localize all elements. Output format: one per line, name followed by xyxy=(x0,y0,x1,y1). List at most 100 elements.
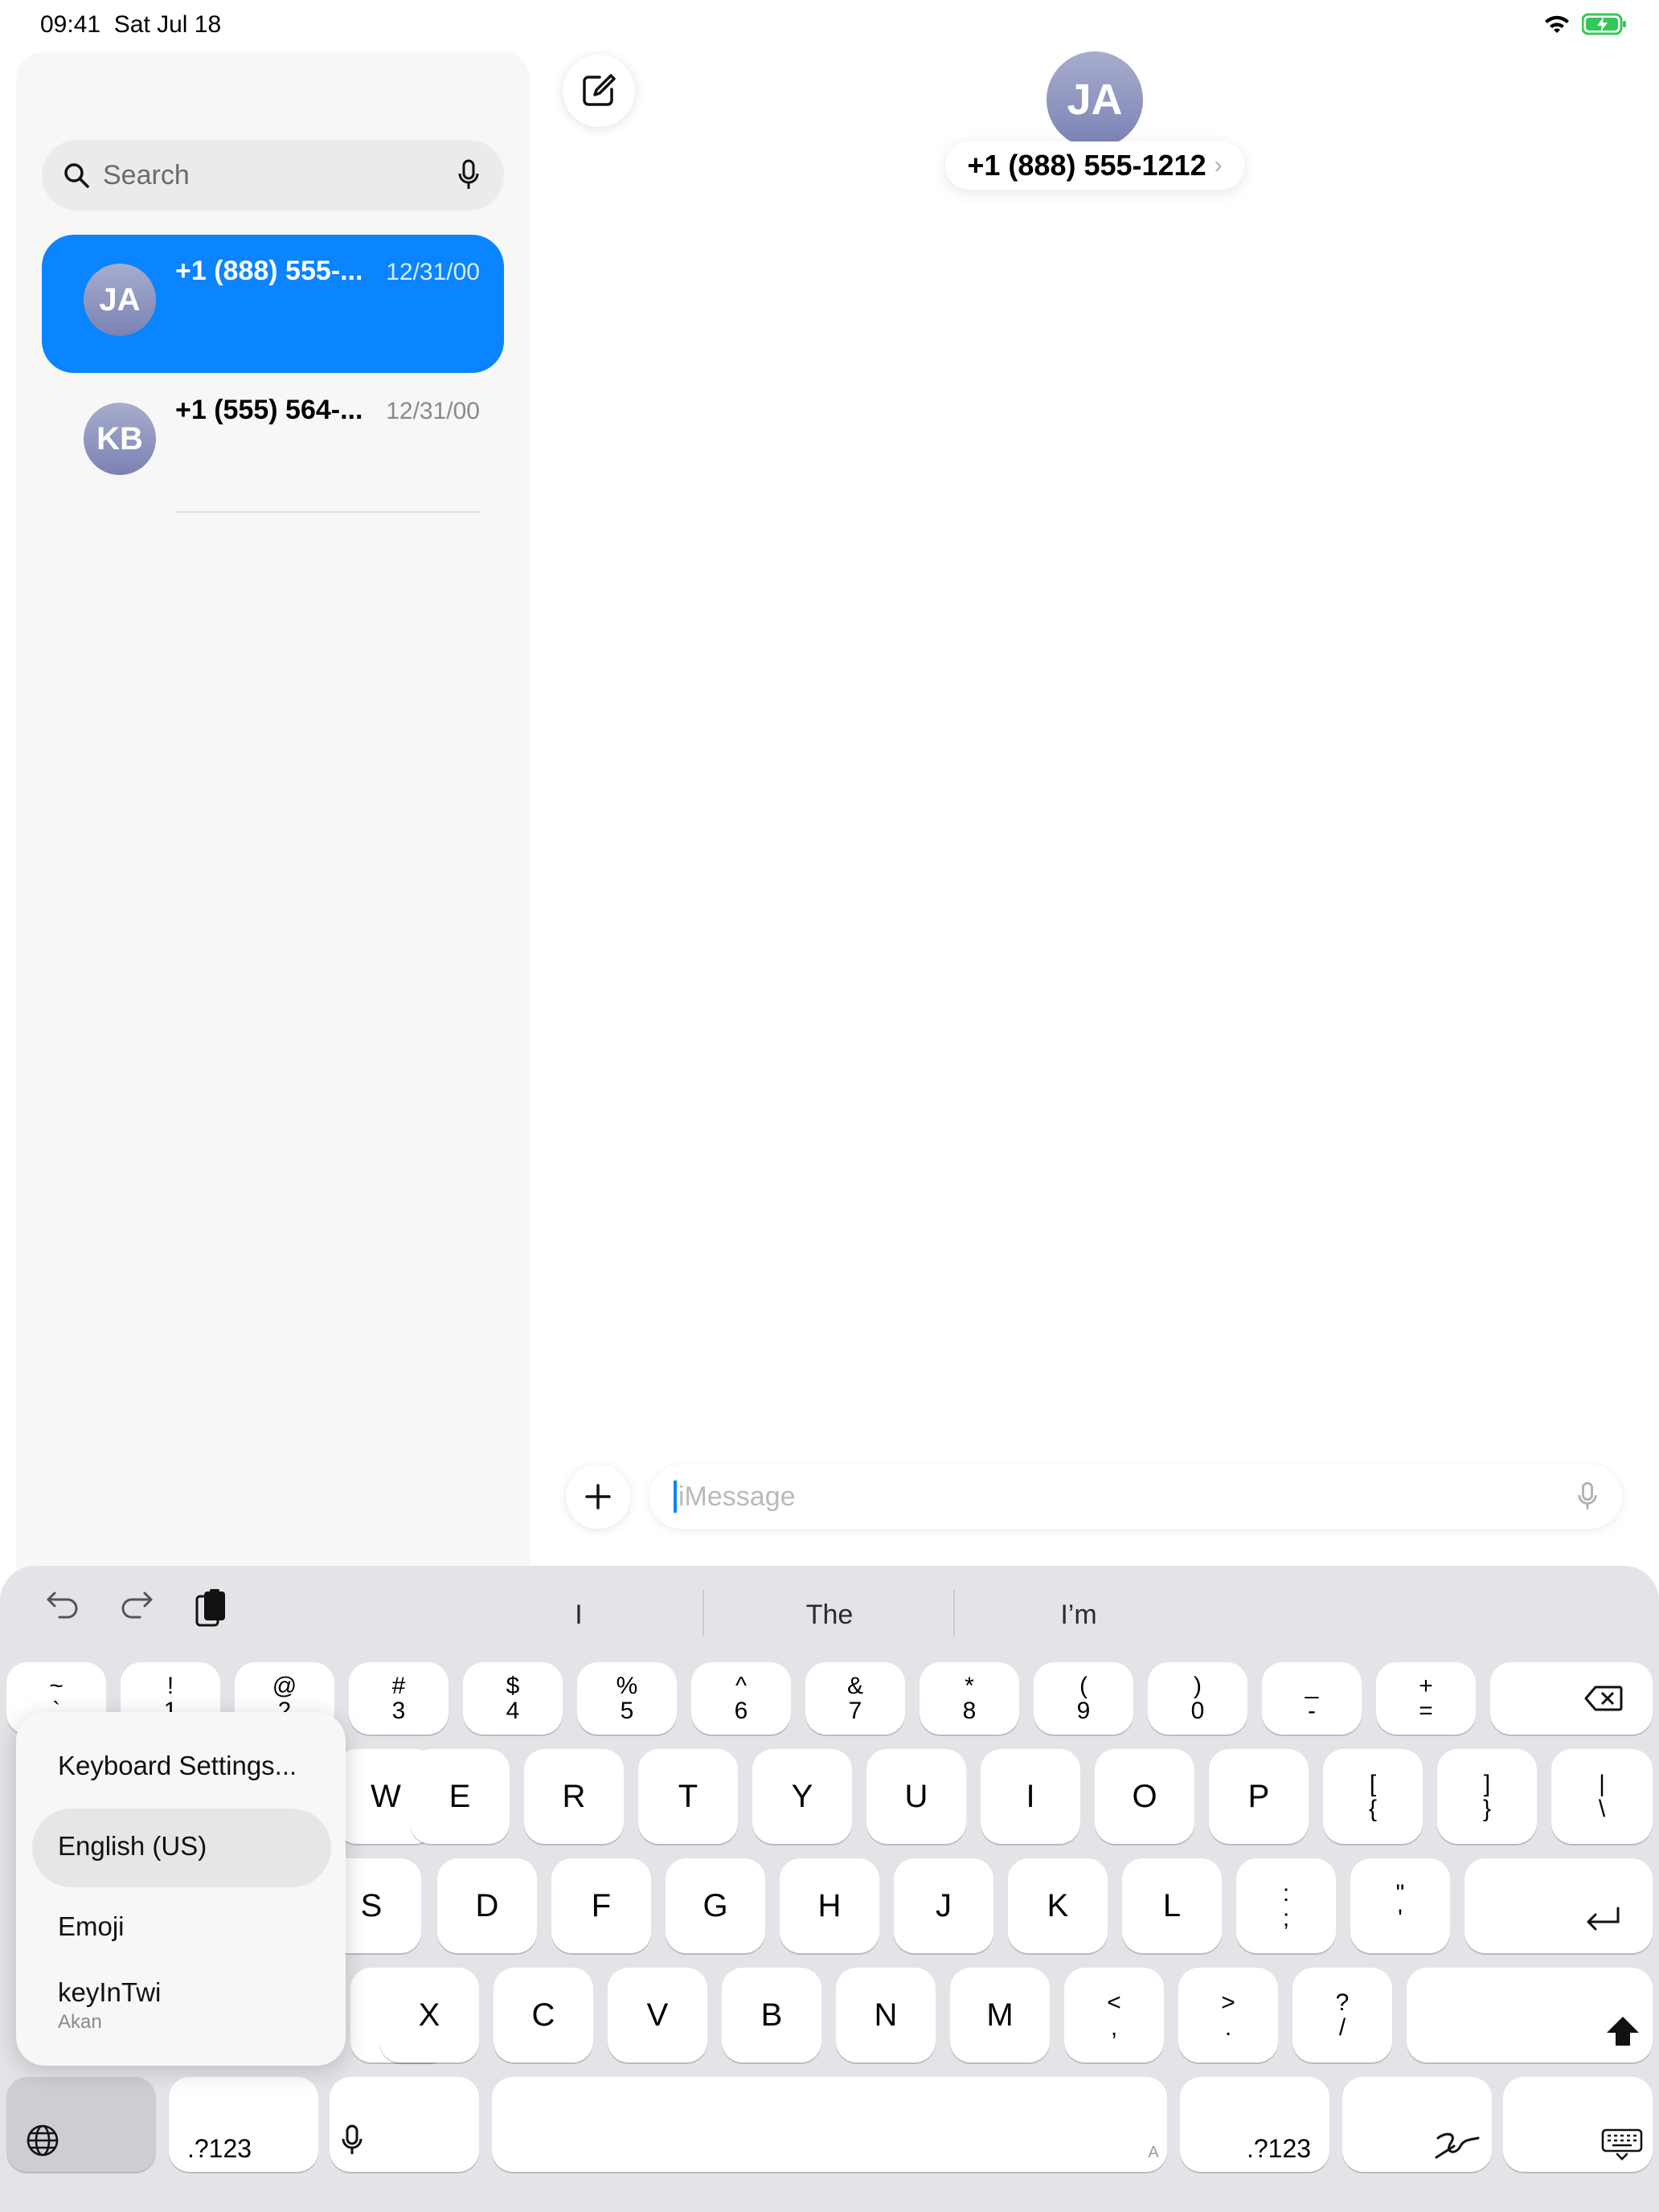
key-minus[interactable]: _ - xyxy=(1262,1662,1362,1735)
key-0[interactable]: ) 0 xyxy=(1148,1662,1247,1735)
key-u[interactable]: U xyxy=(866,1749,966,1844)
return-icon xyxy=(1584,1906,1621,1933)
key-period[interactable]: >. xyxy=(1178,1968,1278,2062)
key-label: / xyxy=(1338,2014,1346,2041)
key-label: | xyxy=(1599,1770,1605,1797)
key-i[interactable]: I xyxy=(981,1749,1080,1844)
add-attachment-button[interactable] xyxy=(566,1464,630,1529)
search-field[interactable]: Search xyxy=(42,140,504,211)
undo-button[interactable] xyxy=(45,1588,80,1620)
redo-icon xyxy=(119,1588,154,1620)
scribble-icon xyxy=(1433,2130,1481,2159)
key-m[interactable]: M xyxy=(950,1968,1050,2062)
conversation-item[interactable]: KB +1 (555) 564-... 12/31/00 xyxy=(42,374,504,512)
key-label: } xyxy=(1482,1796,1492,1822)
key-f[interactable]: F xyxy=(551,1858,651,1953)
key-c[interactable]: C xyxy=(494,1968,593,2062)
key-slash[interactable]: ? / xyxy=(1292,1968,1392,2062)
suggestion-2[interactable]: The xyxy=(709,1600,950,1631)
menu-item-keyboard-settings[interactable]: Keyboard Settings... xyxy=(58,1751,297,1781)
key-7[interactable]: & 7 xyxy=(805,1662,905,1735)
key-label: 5 xyxy=(620,1698,634,1724)
key-label: 4 xyxy=(506,1698,520,1724)
key-5[interactable]: % 5 xyxy=(577,1662,677,1735)
key-x[interactable]: X xyxy=(379,1968,479,2062)
key-label: R xyxy=(562,1778,586,1814)
avatar: KB xyxy=(84,403,156,475)
numbers-key-right[interactable]: .?123 xyxy=(1180,2077,1329,2172)
key-8[interactable]: * 8 xyxy=(920,1662,1019,1735)
hide-keyboard-key[interactable] xyxy=(1503,2077,1653,2172)
key-label: \ xyxy=(1598,1796,1606,1822)
key-label: # xyxy=(391,1672,406,1699)
dictation-key[interactable] xyxy=(330,2077,479,2172)
key-label: [ xyxy=(1369,1770,1377,1797)
key-p[interactable]: P xyxy=(1209,1749,1309,1844)
dictation-mic-icon[interactable] xyxy=(457,159,480,191)
handwriting-key[interactable] xyxy=(1342,2077,1492,2172)
numbers-key-left[interactable]: .?123 xyxy=(169,2077,318,2172)
suggestion-1[interactable]: I xyxy=(458,1600,699,1631)
contact-avatar[interactable]: JA xyxy=(1047,51,1143,148)
redo-button[interactable] xyxy=(119,1588,154,1620)
key-bracket-right[interactable]: ]} xyxy=(1437,1749,1537,1844)
compose-button[interactable] xyxy=(563,55,635,127)
key-label: J xyxy=(936,1887,952,1923)
key-n[interactable]: N xyxy=(836,1968,936,2062)
key-quote[interactable]: " ' xyxy=(1350,1858,1450,1953)
delete-key[interactable] xyxy=(1490,1662,1653,1735)
key-equals[interactable]: + = xyxy=(1376,1662,1476,1735)
menu-item-keyintwi[interactable]: keyInTwi xyxy=(58,1977,161,2008)
key-9[interactable]: (9 xyxy=(1034,1662,1133,1735)
return-key[interactable] xyxy=(1464,1858,1653,1953)
key-label: F xyxy=(591,1887,612,1923)
space-bar[interactable]: A xyxy=(492,2077,1167,2172)
key-label: & xyxy=(846,1672,863,1699)
dictation-mic-icon[interactable] xyxy=(1577,1481,1598,1512)
paste-button[interactable] xyxy=(195,1588,227,1628)
key-comma[interactable]: <, xyxy=(1064,1968,1164,2062)
key-h[interactable]: H xyxy=(780,1858,879,1953)
key-label: 8 xyxy=(962,1698,977,1724)
key-label: ! xyxy=(166,1672,174,1699)
key-r[interactable]: R xyxy=(524,1749,624,1844)
key-6[interactable]: ^ 6 xyxy=(691,1662,791,1735)
menu-item-emoji[interactable]: Emoji xyxy=(58,1911,125,1942)
contact-name: +1 (888) 555-1212 xyxy=(967,149,1206,182)
key-label: V xyxy=(646,1997,669,2033)
right-shift-key[interactable] xyxy=(1407,1968,1653,2062)
key-label: - xyxy=(1308,1698,1316,1724)
key-t[interactable]: T xyxy=(638,1749,738,1844)
key-4[interactable]: $4 xyxy=(463,1662,563,1735)
key-v[interactable]: V xyxy=(608,1968,707,2062)
key-k[interactable]: K xyxy=(1008,1858,1108,1953)
contact-name-button[interactable]: +1 (888) 555-1212 › xyxy=(945,141,1244,190)
key-l[interactable]: L xyxy=(1122,1858,1222,1953)
key-g[interactable]: G xyxy=(666,1858,765,1953)
key-y[interactable]: Y xyxy=(752,1749,852,1844)
key-label: S xyxy=(360,1887,383,1923)
suggestion-3[interactable]: I’m xyxy=(958,1600,1199,1631)
key-semicolon[interactable]: :; xyxy=(1236,1858,1336,1953)
plus-icon xyxy=(584,1483,612,1510)
key-label: ; xyxy=(1282,1905,1290,1931)
keyboard-language-menu: Keyboard Settings... English (US) Emoji … xyxy=(16,1712,346,2066)
key-3[interactable]: #3 xyxy=(349,1662,449,1735)
key-d[interactable]: D xyxy=(437,1858,537,1953)
key-label: Y xyxy=(791,1778,813,1814)
key-j[interactable]: J xyxy=(894,1858,993,1953)
key-bracket-left[interactable]: [{ xyxy=(1323,1749,1423,1844)
key-o[interactable]: O xyxy=(1095,1749,1194,1844)
key-label: ? xyxy=(1335,1989,1350,2016)
key-label: , xyxy=(1110,2014,1118,2041)
key-b[interactable]: B xyxy=(722,1968,821,2062)
menu-item-english-us[interactable]: English (US) xyxy=(58,1831,207,1862)
key-backslash[interactable]: | \ xyxy=(1551,1749,1653,1844)
key-label: L xyxy=(1162,1887,1182,1923)
message-input[interactable]: iMessage xyxy=(649,1464,1622,1529)
key-label: 0 xyxy=(1190,1698,1205,1724)
conversation-item-selected[interactable]: JA +1 (888) 555-... 12/31/00 xyxy=(42,235,504,373)
key-e[interactable]: E xyxy=(410,1749,510,1844)
globe-key[interactable] xyxy=(6,2077,156,2172)
suggestion-divider xyxy=(703,1590,704,1636)
